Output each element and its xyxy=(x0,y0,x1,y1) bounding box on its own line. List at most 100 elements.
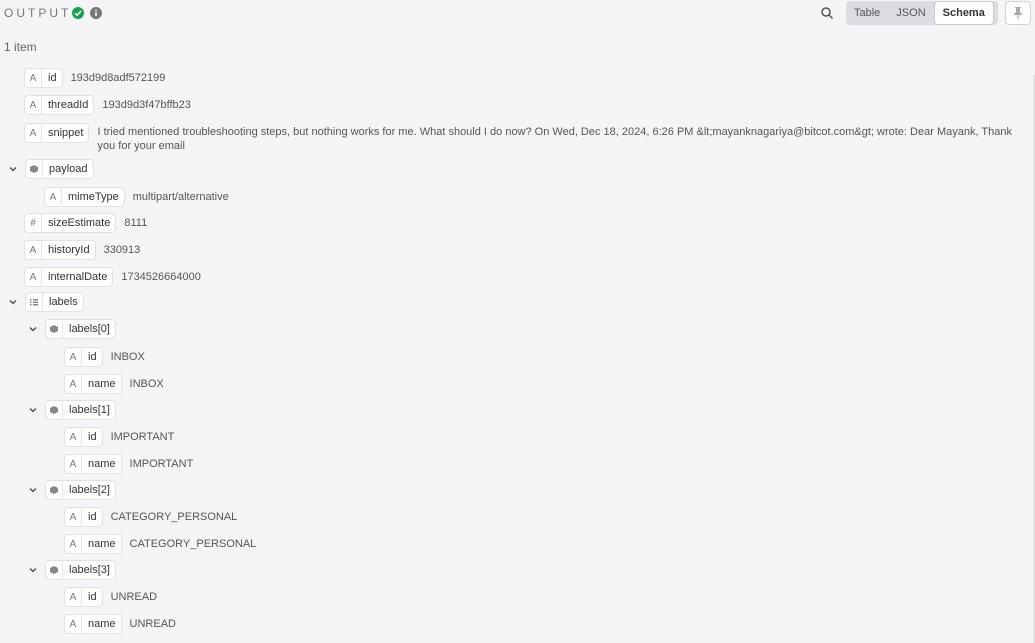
field-value: UNREAD xyxy=(129,618,176,630)
view-tabs: Table JSON Schema xyxy=(846,1,998,25)
info-icon[interactable] xyxy=(90,7,102,19)
string-type-icon: A xyxy=(25,69,42,87)
chevron-down-icon[interactable] xyxy=(8,164,18,174)
field-key: mimeType xyxy=(68,191,119,203)
chevron-down-icon[interactable] xyxy=(8,297,18,307)
field-row: A name INBOX xyxy=(64,374,164,394)
field-value: IMPORTANT xyxy=(110,431,175,443)
field-value: 193d9d3f47bffb23 xyxy=(102,99,191,111)
field-key: name xyxy=(88,458,116,470)
field-pill: A threadId xyxy=(24,95,95,115)
field-key: labels xyxy=(49,296,78,308)
field-pill: A id xyxy=(24,68,63,88)
field-pill: # sizeEstimate xyxy=(24,213,117,233)
field-pill: labels[2] xyxy=(45,480,116,500)
panel-title: OUTPUT xyxy=(4,6,72,20)
string-type-icon: A xyxy=(65,348,82,366)
field-value: 1734526664000 xyxy=(121,271,201,283)
string-type-icon: A xyxy=(65,428,82,446)
field-pill: labels xyxy=(25,292,84,312)
field-pill: A id xyxy=(64,507,103,527)
field-row: # sizeEstimate 8111 xyxy=(24,213,147,233)
string-type-icon: A xyxy=(25,124,42,142)
field-value: INBOX xyxy=(129,378,164,390)
field-pill: A id xyxy=(64,347,103,367)
field-row: A name IMPORTANT xyxy=(64,454,193,474)
number-type-icon: # xyxy=(25,214,42,232)
field-pill: labels[0] xyxy=(45,319,116,339)
field-key: name xyxy=(88,538,116,550)
field-row: labels xyxy=(8,292,84,312)
field-pill: A name xyxy=(64,614,122,634)
field-row: A id UNREAD xyxy=(64,587,157,607)
field-key: labels[0] xyxy=(69,323,110,335)
field-key: id xyxy=(88,351,97,363)
pin-button[interactable] xyxy=(1005,1,1031,25)
field-key: internalDate xyxy=(48,271,108,283)
field-pill: payload xyxy=(25,159,94,179)
field-row: A name CATEGORY_PERSONAL xyxy=(64,534,256,554)
object-type-icon xyxy=(46,401,63,419)
string-type-icon: A xyxy=(25,96,42,114)
field-row: labels[1] xyxy=(28,400,116,420)
field-row: A internalDate 1734526664000 xyxy=(24,267,201,287)
field-row: A id IMPORTANT xyxy=(64,427,174,447)
field-pill: A name xyxy=(64,454,122,474)
field-value: 193d9d8adf572199 xyxy=(70,72,166,84)
field-pill: A id xyxy=(64,427,103,447)
field-pill: labels[1] xyxy=(45,400,116,420)
field-pill: A id xyxy=(64,587,103,607)
field-key: id xyxy=(88,431,97,443)
field-key: id xyxy=(88,511,97,523)
field-value: INBOX xyxy=(110,351,145,363)
field-key: labels[1] xyxy=(69,404,110,416)
field-row: A mimeType multipart/alternative xyxy=(44,187,229,207)
chevron-down-icon[interactable] xyxy=(28,405,38,415)
success-check-icon xyxy=(72,7,84,19)
field-row: A id CATEGORY_PERSONAL xyxy=(64,507,237,527)
field-row: A threadId 193d9d3f47bffb23 xyxy=(24,95,191,115)
pin-icon xyxy=(1006,7,1030,27)
field-key: name xyxy=(88,378,116,390)
field-pill: A name xyxy=(64,374,122,394)
field-key: labels[3] xyxy=(69,564,110,576)
field-pill: A historyId xyxy=(24,240,96,260)
field-key: labels[2] xyxy=(69,484,110,496)
field-key: name xyxy=(88,618,116,630)
field-pill: A internalDate xyxy=(24,267,114,287)
output-header: OUTPUT Table JSON Schema xyxy=(0,0,1035,28)
string-type-icon: A xyxy=(65,588,82,606)
tab-json[interactable]: JSON xyxy=(888,1,933,25)
field-row: A snippet I tried mentioned troubleshoot… xyxy=(24,123,1014,153)
field-value: 8111 xyxy=(124,217,148,229)
chevron-down-icon[interactable] xyxy=(28,324,38,334)
field-key: historyId xyxy=(48,244,90,256)
field-value: IMPORTANT xyxy=(129,458,194,470)
field-key: threadId xyxy=(48,99,89,111)
tab-schema[interactable]: Schema xyxy=(933,1,994,25)
field-row: labels[3] xyxy=(28,560,116,580)
snippet-value: I tried mentioned troubleshooting steps,… xyxy=(97,126,1012,152)
chevron-down-icon[interactable] xyxy=(28,565,38,575)
item-count: 1 item xyxy=(4,40,37,54)
field-key: id xyxy=(48,72,57,84)
chevron-down-icon[interactable] xyxy=(28,485,38,495)
field-key: payload xyxy=(49,163,88,175)
string-type-icon: A xyxy=(65,535,82,553)
search-icon[interactable] xyxy=(820,6,834,20)
string-type-icon: A xyxy=(65,455,82,473)
object-type-icon xyxy=(46,320,63,338)
field-row: payload xyxy=(8,159,94,179)
object-type-icon xyxy=(26,160,43,178)
field-row: A id 193d9d8adf572199 xyxy=(24,68,165,88)
field-key: sizeEstimate xyxy=(48,217,111,229)
field-pill: A name xyxy=(64,534,122,554)
field-row: A name UNREAD xyxy=(64,614,176,634)
string-type-icon: A xyxy=(25,268,42,286)
field-row: labels[0] xyxy=(28,319,116,339)
string-type-icon: A xyxy=(65,508,82,526)
list-type-icon xyxy=(26,293,43,311)
field-key: id xyxy=(88,591,97,603)
tab-table[interactable]: Table xyxy=(846,1,888,25)
string-type-icon: A xyxy=(65,615,82,633)
